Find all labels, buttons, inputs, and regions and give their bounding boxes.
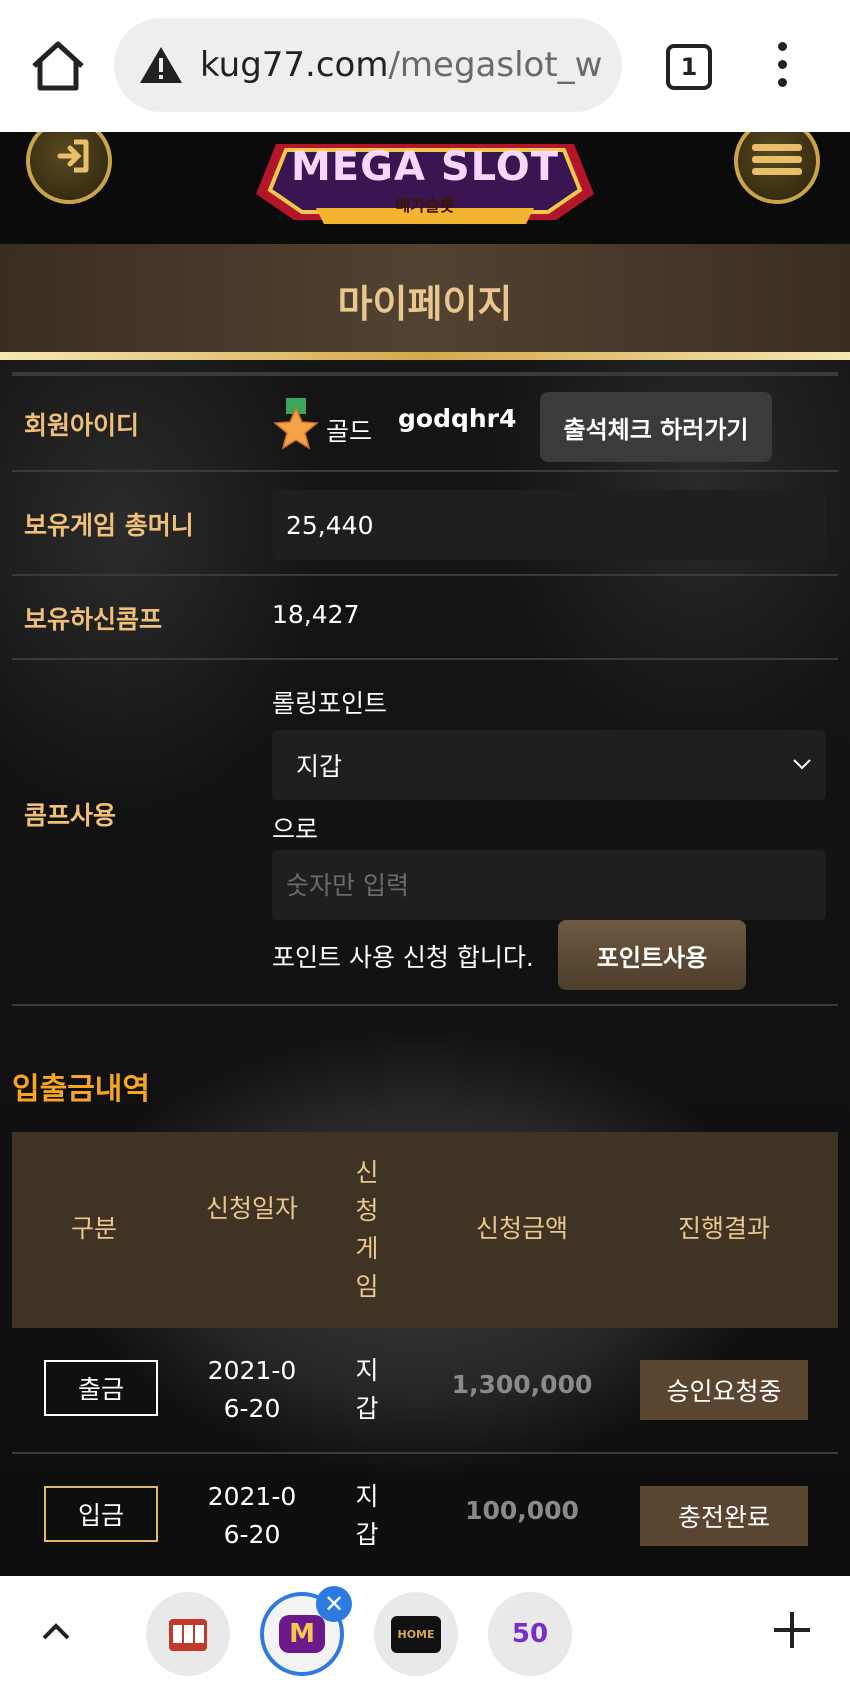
table-row: 입금 2021-06-20 지갑 100,000 충전완료 xyxy=(12,1454,838,1576)
member-user-id: godqhr4 xyxy=(398,404,517,433)
request-amount: 1,300,000 xyxy=(451,1370,593,1399)
game-money-value: 25,440 xyxy=(272,490,826,560)
page-content: MEGA SLOT 메가슬롯 마이페이지 회원아이디 골드 godqhr4 출석… xyxy=(0,132,850,1576)
chevron-up-icon[interactable] xyxy=(36,1612,76,1652)
point-amount-input[interactable] xyxy=(272,850,826,920)
apply-description: 포인트 사용 신청 합니다. xyxy=(272,943,534,972)
col-header-status: 진행결과 xyxy=(677,1214,770,1243)
browser-toolbar: kug77.com/megaslot_w 1 xyxy=(0,0,850,132)
megaslot-m-icon: M xyxy=(279,1615,325,1653)
status-badge: 승인요청중 xyxy=(640,1360,808,1420)
request-amount: 100,000 xyxy=(465,1496,579,1525)
logo-title: MEGA SLOT xyxy=(290,144,559,190)
logo-subtitle: 메가슬롯 xyxy=(395,196,455,215)
url-path: /megaslot_w xyxy=(388,45,603,85)
divider xyxy=(0,352,850,360)
member-grade: 골드 xyxy=(326,417,373,446)
page-title-bar: 마이페이지 xyxy=(0,244,850,356)
page-title: 마이페이지 xyxy=(337,281,513,326)
close-icon[interactable]: ✕ xyxy=(316,1586,352,1622)
request-date: 2021-06-20 xyxy=(207,1356,297,1423)
col-header-game: 신청게임 xyxy=(355,1158,379,1301)
login-arrow-icon xyxy=(57,139,89,173)
table-row: 출금 2021-06-20 지갑 1,300,000 승인요청중 xyxy=(12,1328,838,1454)
history-section-title: 입출금내역 xyxy=(12,1072,150,1107)
request-game: 지갑 xyxy=(355,1482,379,1549)
bottom-toolbar: M ✕ HOME 50 xyxy=(0,1576,850,1690)
slot-machine-icon xyxy=(169,1619,207,1651)
site-logo[interactable]: MEGA SLOT 메가슬롯 xyxy=(256,132,594,228)
login-button[interactable] xyxy=(26,132,112,204)
home-casino-icon: HOME xyxy=(391,1615,441,1653)
hamburger-icon xyxy=(752,144,802,175)
plus-icon[interactable] xyxy=(770,1608,814,1652)
attendance-check-button[interactable]: 출석체크 하러가기 xyxy=(540,392,772,462)
overflow-menu-icon[interactable] xyxy=(772,42,792,88)
tab-switcher-button[interactable]: 1 xyxy=(666,44,712,90)
request-date: 2021-06-20 xyxy=(207,1482,297,1549)
comp-use-label: 콤프사용 xyxy=(24,801,117,830)
to-label: 으로 xyxy=(272,815,319,844)
shortcut-home-casino[interactable]: HOME xyxy=(374,1592,458,1676)
address-bar[interactable]: kug77.com/megaslot_w xyxy=(114,18,622,112)
url-domain: kug77.com xyxy=(200,45,389,85)
comp-label: 보유하신콤프 xyxy=(24,605,163,634)
history-table: 구분 신청일자 신청게임 신청금액 진행결과 출금 2021-06-20 지갑 … xyxy=(12,1132,838,1576)
transaction-type-badge: 입금 xyxy=(44,1486,158,1542)
wallet-select-value: 지갑 xyxy=(296,752,343,781)
gold-grade-star-icon xyxy=(274,398,318,450)
request-game: 지갑 xyxy=(355,1356,379,1423)
status-badge: 충전완료 xyxy=(640,1486,808,1546)
col-header-type: 구분 xyxy=(70,1214,117,1243)
shortcut-slot-machine[interactable] xyxy=(146,1592,230,1676)
hamburger-menu-button[interactable] xyxy=(734,132,820,204)
col-header-amount: 신청금액 xyxy=(475,1214,568,1243)
comp-value: 18,427 xyxy=(272,600,360,629)
game-money-label: 보유게임 총머니 xyxy=(24,511,194,540)
wallet-select[interactable]: 지갑 xyxy=(272,730,826,800)
member-id-label: 회원아이디 xyxy=(24,411,140,440)
use-points-button[interactable]: 포인트사용 xyxy=(558,920,746,990)
shortcut-50[interactable]: 50 xyxy=(488,1592,572,1676)
warning-icon[interactable] xyxy=(138,45,184,85)
transaction-type-badge: 출금 xyxy=(44,1360,158,1416)
url-text: kug77.com/megaslot_w xyxy=(200,45,620,85)
game-money-row: 보유게임 총머니 25,440 xyxy=(12,472,838,576)
comp-use-row: 콤프사용 롤링포인트 지갑 으로 포인트 사용 신청 합니다. 포인트사용 xyxy=(12,660,838,1006)
chevron-down-icon xyxy=(793,759,811,770)
history-table-header: 구분 신청일자 신청게임 신청금액 진행결과 xyxy=(12,1132,838,1328)
home-icon[interactable] xyxy=(28,38,88,94)
comp-row: 보유하신콤프 18,427 xyxy=(12,576,838,660)
col-header-date: 신청일자 xyxy=(205,1194,298,1223)
member-id-row: 회원아이디 골드 godqhr4 출석체크 하러가기 xyxy=(12,376,838,472)
site-header: MEGA SLOT 메가슬롯 xyxy=(0,132,850,244)
member-info-table: 회원아이디 골드 godqhr4 출석체크 하러가기 보유게임 총머니 25,4… xyxy=(12,372,838,1006)
rolling-point-label: 롤링포인트 xyxy=(272,689,388,718)
